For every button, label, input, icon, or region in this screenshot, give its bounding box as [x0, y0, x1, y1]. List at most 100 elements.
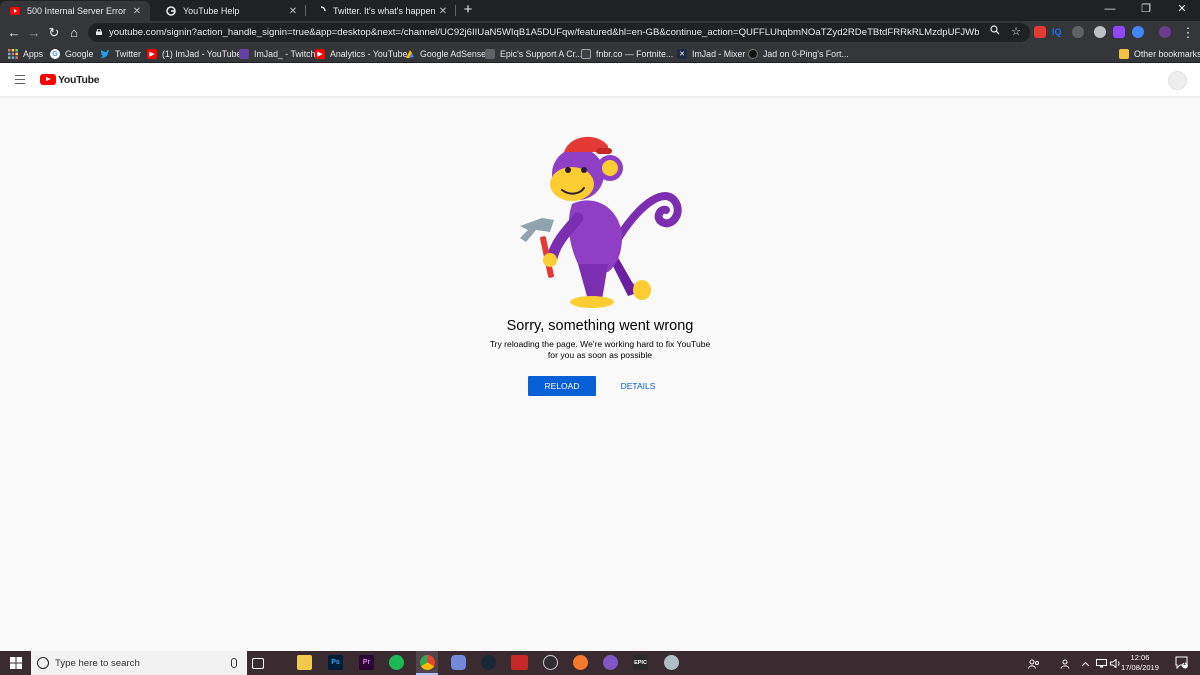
- extension-blue-icon[interactable]: [1132, 26, 1144, 38]
- tab-title: Twitter. It's what's happening: [333, 6, 436, 16]
- bookmark-imjad-youtube[interactable]: ▶ (1) ImJad - YouTube: [147, 47, 241, 61]
- windows-start-icon[interactable]: [10, 657, 22, 669]
- cortana-icon: [37, 657, 49, 669]
- bookmarks-bar: Apps G Google Twitter ▶ (1) ImJad - YouT…: [0, 44, 1200, 63]
- bookmark-analytics-youtube[interactable]: ▶ Analytics - YouTube: [315, 47, 407, 61]
- bookmark-imjad-twitch[interactable]: ImJad_ - Twitch: [239, 47, 315, 61]
- bookmark-jad-0ping[interactable]: Jad on 0-Ping's Fort...: [748, 47, 849, 61]
- tab-strip: 500 Internal Server Error ✕ YouTube Help…: [0, 0, 1200, 21]
- app-icon[interactable]: [664, 655, 679, 670]
- close-icon[interactable]: ✕: [436, 6, 450, 17]
- apps-grid-icon: [8, 49, 18, 59]
- monkey-illustration: [520, 136, 682, 308]
- bookmark-label: Epic's Support A Cr...: [500, 49, 583, 59]
- youtube-icon: ▶: [147, 49, 157, 59]
- system-clock[interactable]: 12:06 17/08/2019: [1118, 653, 1162, 673]
- tab-title: YouTube Help: [183, 6, 240, 16]
- back-button[interactable]: ←: [4, 23, 24, 43]
- profile-avatar-icon[interactable]: [1159, 26, 1171, 38]
- bookmark-label: Google: [65, 49, 94, 59]
- bookmark-twitter[interactable]: Twitter: [100, 47, 141, 61]
- bookmark-fnbr[interactable]: fnbr.co — Fortnite...: [581, 47, 673, 61]
- avatar[interactable]: [1168, 71, 1187, 90]
- epic-icon: [485, 49, 495, 59]
- discord-icon[interactable]: [451, 655, 466, 670]
- tab-500-error[interactable]: 500 Internal Server Error ✕: [0, 1, 150, 21]
- taskbar-search-input[interactable]: Type here to search: [31, 651, 247, 675]
- bookmark-label: Other bookmarks: [1134, 49, 1200, 59]
- bookmark-epic-support[interactable]: Epic's Support A Cr...: [485, 47, 582, 61]
- steam-icon[interactable]: [481, 655, 496, 670]
- bookmark-label: Jad on 0-Ping's Fort...: [763, 49, 849, 59]
- forward-button[interactable]: →: [24, 23, 44, 43]
- close-icon[interactable]: ✕: [286, 6, 300, 17]
- home-button[interactable]: ⌂: [64, 23, 84, 43]
- tab-twitter[interactable]: Twitter. It's what's happening ✕: [306, 1, 456, 21]
- task-view-icon[interactable]: [252, 658, 264, 669]
- bookmark-apps[interactable]: Apps: [8, 47, 43, 61]
- bookmark-imjad-mixer[interactable]: ✕ ImJad - Mixer: [677, 47, 745, 61]
- chrome-menu-button[interactable]: ⋮: [1178, 23, 1198, 43]
- premiere-icon[interactable]: Pr: [359, 655, 374, 670]
- youtube-play-icon: [40, 74, 56, 85]
- minimize-button[interactable]: —: [1092, 0, 1128, 21]
- bookmark-label: (1) ImJad - YouTube: [162, 49, 242, 59]
- tab-divider: [455, 5, 456, 16]
- close-icon[interactable]: ✕: [130, 6, 144, 17]
- bookmark-google[interactable]: G Google: [50, 47, 93, 61]
- zoom-icon[interactable]: [990, 23, 1000, 42]
- new-tab-button[interactable]: +: [460, 2, 476, 18]
- purple-app-icon[interactable]: [603, 655, 618, 670]
- google-icon: G: [50, 49, 60, 59]
- media-app-icon[interactable]: [511, 655, 528, 670]
- bookmark-google-adsense[interactable]: Google AdSense: [405, 47, 486, 61]
- person-tray-icon[interactable]: [1060, 651, 1070, 675]
- youtube-icon: ▶: [315, 49, 325, 59]
- epic-games-icon[interactable]: EPIC: [633, 655, 648, 670]
- twitter-icon: [100, 49, 110, 59]
- restore-button[interactable]: ❐: [1128, 0, 1164, 21]
- address-bar[interactable]: youtube.com/signin?action_handle_signin=…: [88, 23, 1030, 42]
- twitch-extension-icon[interactable]: [1113, 26, 1125, 38]
- bookmark-star-icon[interactable]: ☆: [1011, 23, 1021, 42]
- window-close-button[interactable]: ✕: [1164, 0, 1200, 21]
- error-message-line: Try reloading the page. We're working ha…: [489, 339, 711, 349]
- blender-icon[interactable]: [573, 655, 588, 670]
- chrome-icon[interactable]: [420, 655, 435, 670]
- network-icon[interactable]: [1096, 651, 1107, 675]
- google-icon: [166, 6, 176, 16]
- adsense-icon: [405, 49, 415, 59]
- reload-button[interactable]: RELOAD: [528, 376, 596, 396]
- folder-icon: [1119, 49, 1129, 59]
- chevron-up-icon[interactable]: [1081, 651, 1090, 675]
- error-message-line: for you as soon as possible: [547, 350, 653, 360]
- tab-youtube-help[interactable]: YouTube Help ✕: [156, 1, 306, 21]
- tab-title: 500 Internal Server Error: [27, 6, 127, 16]
- youtube-wordmark: YouTube: [58, 73, 100, 86]
- spotify-icon[interactable]: [389, 655, 404, 670]
- bookmark-label: ImJad_ - Twitch: [254, 49, 316, 59]
- extension-github-icon[interactable]: [1072, 26, 1084, 38]
- photoshop-icon[interactable]: Ps: [328, 655, 343, 670]
- extension-cloud-icon[interactable]: [1094, 26, 1106, 38]
- mixer-icon: ✕: [677, 49, 687, 59]
- youtube-icon: [10, 6, 20, 16]
- microphone-icon[interactable]: [231, 658, 237, 668]
- reload-page-button[interactable]: ↻: [44, 23, 64, 43]
- youtube-logo[interactable]: YouTube: [40, 73, 100, 86]
- people-icon[interactable]: [1028, 651, 1040, 675]
- notification-center-icon[interactable]: 1: [1175, 656, 1188, 670]
- file-explorer-icon[interactable]: [297, 655, 312, 670]
- extension-red-icon[interactable]: [1034, 26, 1046, 38]
- loading-icon: [316, 6, 326, 16]
- bookmark-label: fnbr.co — Fortnite...: [596, 49, 674, 59]
- error-message: Try reloading the page. We're working ha…: [480, 339, 720, 361]
- details-button[interactable]: DETAILS: [612, 376, 664, 396]
- other-bookmarks[interactable]: Other bookmarks: [1119, 47, 1200, 61]
- clock-time: 12:06: [1130, 653, 1150, 662]
- hamburger-menu-icon[interactable]: [15, 75, 25, 84]
- iq-extension-icon[interactable]: IQ: [1052, 26, 1064, 38]
- url-text: youtube.com/signin?action_handle_signin=…: [109, 27, 979, 38]
- obs-icon[interactable]: [543, 655, 558, 670]
- bookmark-label: ImJad - Mixer: [692, 49, 746, 59]
